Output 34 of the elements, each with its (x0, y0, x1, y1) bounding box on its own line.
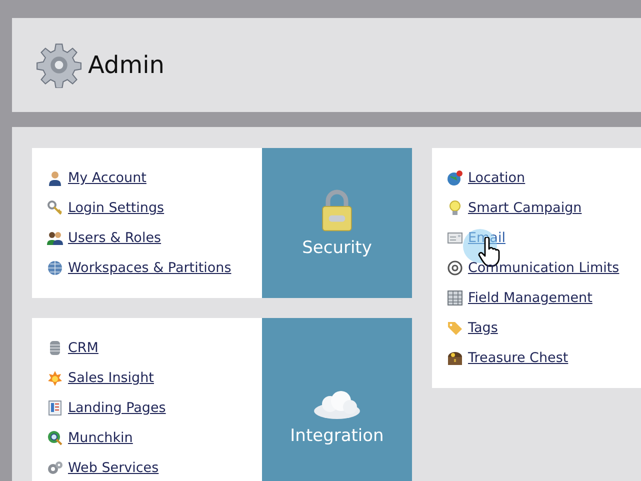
settings-link[interactable]: Munchkin (68, 430, 133, 446)
settings-link[interactable]: Users & Roles (68, 230, 162, 246)
settings-link[interactable]: Communication Limits (468, 260, 620, 276)
key-icon (47, 200, 63, 216)
table-icon (447, 290, 463, 306)
people-icon (47, 230, 63, 246)
settings-link[interactable]: Landing Pages (68, 400, 166, 416)
settings-link[interactable]: Workspaces & Partitions (68, 260, 232, 276)
flame-icon (47, 370, 63, 386)
gear-icon (36, 42, 82, 88)
page-icon (47, 400, 63, 416)
globe-icon (447, 170, 463, 186)
settings-link[interactable]: Tags (468, 320, 498, 336)
padlock-icon (319, 188, 355, 232)
tag-icon (447, 320, 463, 336)
settings-link[interactable]: Location (468, 170, 526, 186)
person-icon (47, 170, 63, 186)
settings-link[interactable]: Web Services (68, 460, 159, 476)
settings-link[interactable]: My Account (68, 170, 146, 186)
bulb-icon (447, 200, 463, 216)
envelope-icon (447, 230, 463, 246)
settings-link[interactable]: Treasure Chest (468, 350, 568, 366)
magnifier-icon (47, 430, 63, 446)
settings-link[interactable]: Smart Campaign (468, 200, 582, 216)
globe-icon (47, 260, 63, 276)
page-title: Admin (88, 51, 164, 79)
gears-icon (47, 460, 63, 476)
settings-link[interactable]: CRM (68, 340, 98, 356)
database-icon (47, 340, 63, 356)
settings-link[interactable]: Sales Insight (68, 370, 154, 386)
chest-icon (447, 350, 463, 366)
cloud-icon (312, 390, 362, 420)
settings-link[interactable]: Field Management (468, 290, 592, 306)
settings-link[interactable]: Login Settings (68, 200, 164, 216)
